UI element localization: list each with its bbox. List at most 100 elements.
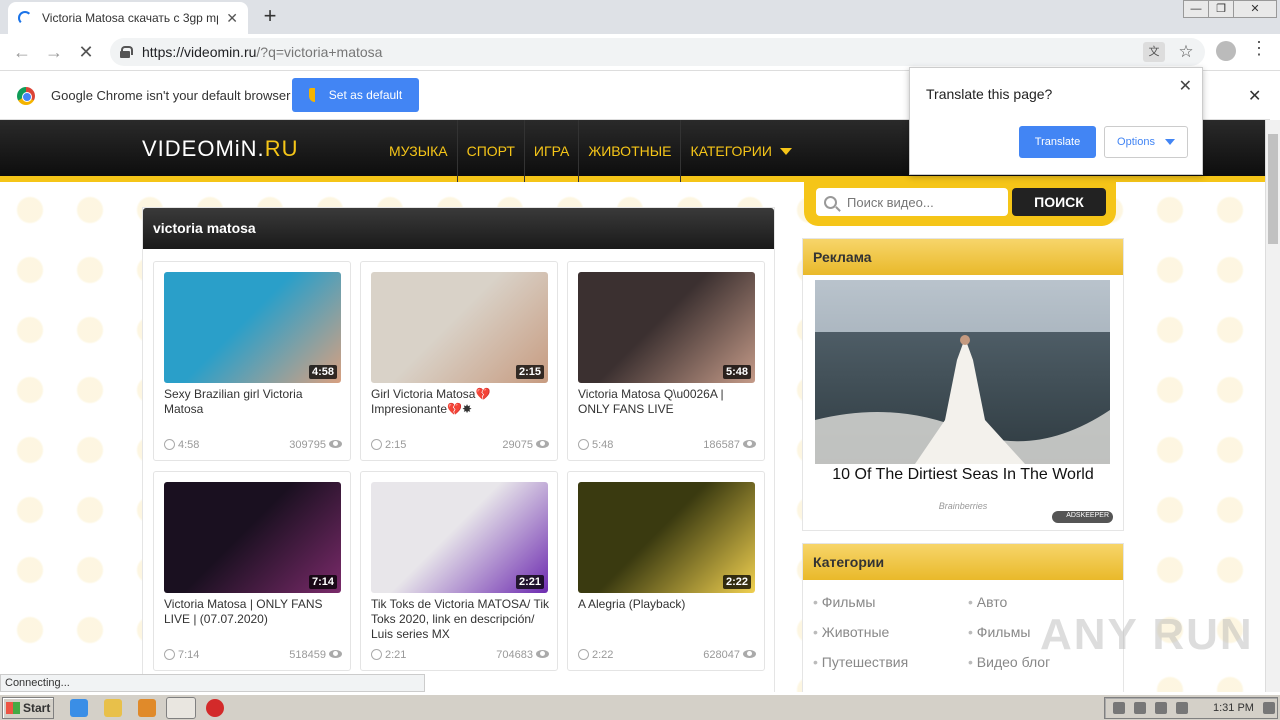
site-search: Поиск видео... ПОИСК [804,182,1116,226]
category-link[interactable]: Животные [813,624,968,640]
results-heading: victoria matosa [143,208,774,249]
video-views: 704683 [496,649,549,661]
video-card[interactable]: 5:48 Victoria Matosa Q\u0026A | ONLY FANS… [567,261,765,461]
site-logo[interactable]: VIDEOMiN.RU [142,136,298,162]
video-card[interactable]: 2:15 Girl Victoria Matosa💔 Impresionante💔… [360,261,558,461]
video-views: 29075 [502,439,549,451]
search-placeholder: Поиск видео... [847,194,934,210]
explorer-icon[interactable] [104,699,122,717]
video-title[interactable]: A Alegria (Playback) [578,597,758,612]
chrome-logo-icon [17,87,35,105]
ie-icon[interactable] [70,699,88,717]
url-text: https://videomin.ru/?q=victoria+matosa [142,44,383,60]
new-tab-button[interactable]: + [258,4,282,28]
adskeeper-logo[interactable]: ADSKEEPER [1052,511,1113,523]
start-button[interactable]: Start [2,697,54,719]
video-length: 2:21 [371,649,406,661]
back-icon[interactable]: ← [10,40,34,64]
category-link[interactable]: Путешествия [813,654,968,670]
infobar-message: Google Chrome isn't your default browser [51,88,291,103]
loading-spinner-icon [18,11,32,25]
ad-heading: Реклама [803,239,1123,275]
tray-arrow-icon[interactable] [1113,702,1125,714]
video-meta: 2:22 628047 [578,649,756,661]
main-nav: МУЗЫКА СПОРТ ИГРА ЖИВОТНЫЕ КАТЕГОРИИ [380,120,801,182]
nav-animals[interactable]: ЖИВОТНЫЕ [579,120,682,182]
volume-icon[interactable] [1134,702,1146,714]
tab-close-icon[interactable]: ✕ [226,10,238,27]
profile-avatar[interactable] [1216,41,1236,61]
video-title[interactable]: Victoria Matosa Q\u0026A | ONLY FANS LIV… [578,387,758,417]
video-thumbnail[interactable]: 5:48 [578,272,755,383]
video-length: 4:58 [164,439,199,451]
forward-icon[interactable]: → [42,40,66,64]
category-link[interactable]: Авто [968,594,1113,610]
network-icon[interactable] [1155,702,1167,714]
bookmark-star-icon[interactable]: ☆ [1175,42,1197,62]
page-scrollbar[interactable] [1265,120,1280,692]
nav-sport[interactable]: СПОРТ [458,120,525,182]
video-meta: 2:21 704683 [371,649,549,661]
search-input[interactable]: Поиск видео... [816,188,1008,216]
ad-title[interactable]: 10 Of The Dirtiest Seas In The World [803,466,1123,484]
restore-button[interactable]: ❐ [1208,0,1234,18]
infobar-close-icon[interactable]: ✕ [1248,86,1261,106]
video-thumbnail[interactable]: 2:15 [371,272,548,383]
eye-icon [329,650,342,658]
scrollbar-thumb[interactable] [1268,134,1278,244]
security-flag-icon[interactable] [1176,702,1188,714]
translate-icon[interactable]: 文 [1143,42,1165,62]
show-desktop-icon[interactable] [1262,702,1275,714]
close-window-button[interactable]: ✕ [1233,0,1277,18]
video-thumbnail[interactable]: 2:22 [578,482,755,593]
video-length: 2:15 [371,439,406,451]
translate-close-icon[interactable]: ✕ [1179,76,1192,96]
address-bar[interactable]: https://videomin.ru/?q=victoria+matosa 文… [110,38,1205,66]
chrome-taskbar-button[interactable] [166,697,196,719]
antivirus-icon[interactable] [206,699,224,717]
web-page: VIDEOMiN.RU МУЗЫКА СПОРТ ИГРА ЖИВОТНЫЕ К… [0,120,1265,692]
video-title[interactable]: Victoria Matosa | ONLY FANS LIVE | (07.0… [164,597,344,627]
tab-title: Victoria Matosa скачать с 3gp mp4 m [42,11,218,25]
video-card[interactable]: 2:22 A Alegria (Playback) 2:22 628047 [567,471,765,671]
translate-button[interactable]: Translate [1019,126,1096,158]
chrome-menu-icon[interactable]: ⋮ [1250,38,1268,59]
clock-icon [164,439,175,450]
anyrun-watermark: ANY RUN [1040,610,1254,659]
video-duration-badge: 5:48 [722,365,751,379]
windows-logo-icon [6,702,20,714]
video-card[interactable]: 7:14 Victoria Matosa | ONLY FANS LIVE | (… [153,471,351,671]
video-title[interactable]: Sexy Brazilian girl Victoria Matosa [164,387,344,417]
ad-image[interactable] [815,280,1110,464]
video-meta: 5:48 186587 [578,439,756,451]
video-thumbnail[interactable]: 2:21 [371,482,548,593]
video-duration-badge: 2:15 [515,365,544,379]
video-card[interactable]: 4:58 Sexy Brazilian girl Victoria Matosa 4… [153,261,351,461]
browser-tab[interactable]: Victoria Matosa скачать с 3gp mp4 m ✕ [8,2,248,34]
video-title[interactable]: Tik Toks de Victoria MATOSA/ Tik Toks 20… [371,597,551,642]
ad-box: Реклама 10 Of The Dirtiest Seas In The W… [802,238,1124,531]
minimize-button[interactable]: — [1183,0,1209,18]
caret-down-icon [779,147,792,155]
media-player-icon[interactable] [138,699,156,717]
video-title[interactable]: Girl Victoria Matosa💔 Impresionante💔✸ [371,387,551,417]
eye-icon [536,440,549,448]
nav-categories[interactable]: КАТЕГОРИИ [681,120,800,182]
clock[interactable]: 1:31 PM [1213,702,1254,714]
set-default-button[interactable]: Set as default [292,78,419,112]
clock-icon [578,439,589,450]
stop-icon[interactable]: ✕ [74,40,98,64]
ad-source: Brainberries [938,501,988,511]
video-length: 2:22 [578,649,613,661]
video-thumbnail[interactable]: 4:58 [164,272,341,383]
video-meta: 2:15 29075 [371,439,549,451]
category-link[interactable]: Фильмы [813,594,968,610]
nav-music[interactable]: МУЗЫКА [380,120,458,182]
video-meta: 7:14 518459 [164,649,342,661]
search-button[interactable]: ПОИСК [1012,188,1106,216]
video-thumbnail[interactable]: 7:14 [164,482,341,593]
translate-options-button[interactable]: Options [1104,126,1188,158]
video-duration-badge: 2:21 [515,575,544,589]
nav-games[interactable]: ИГРА [525,120,580,182]
video-card[interactable]: 2:21 Tik Toks de Victoria MATOSA/ Tik Tok… [360,471,558,671]
